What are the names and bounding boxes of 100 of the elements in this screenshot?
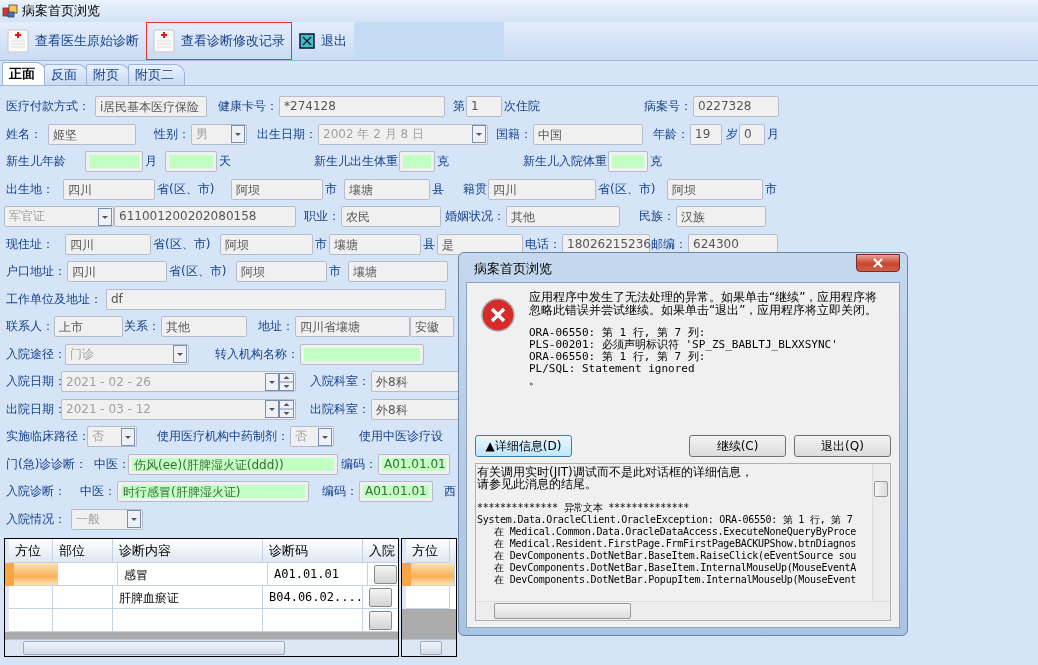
field-label: 关系： <box>123 318 161 336</box>
text-field[interactable]: 其他 <box>161 316 247 338</box>
field-label: 县 <box>422 235 436 253</box>
cell-button[interactable] <box>369 611 392 630</box>
field-label: 医疗付款方式： <box>5 98 91 116</box>
text-field[interactable]: 阿坝 <box>231 178 323 200</box>
medical-document-icon <box>153 29 175 53</box>
field-label: 编码： <box>340 455 378 473</box>
text-field[interactable]: 壤塘 <box>344 178 430 200</box>
row-header[interactable] <box>5 586 9 609</box>
field-label: 入院诊断： <box>5 483 67 501</box>
field-label: 健康卡号： <box>217 98 279 116</box>
stack-trace-line: 在 DevComponents.DotNetBar.BaseItem.InternalMouseUp(MouseEventA <box>493 562 858 574</box>
stack-trace-line: ************** 异常文本 ************** <box>477 502 691 514</box>
text-field[interactable]: 0227328 <box>693 96 779 118</box>
error-detail-line: ORA-06550: 第 1 行, 第 7 列: <box>529 327 707 339</box>
text-field[interactable]: 四川省壤塘 <box>295 316 410 338</box>
text-field[interactable]: 农民 <box>341 206 441 228</box>
text-field[interactable]: 中国 <box>533 123 643 145</box>
text-field[interactable]: 安徽 <box>410 316 454 338</box>
field-label: 中医： <box>79 483 117 501</box>
field-label: 国籍： <box>495 125 533 143</box>
stack-trace-line: 在 Medical.Common.Data.OracleDataAccess.ExecuteNoneQueryByProce <box>493 526 858 538</box>
dialog-button[interactable]: 退出(Q) <box>794 435 891 457</box>
text-field[interactable]: 阿坝 <box>220 233 313 255</box>
toolbar-button[interactable]: 查看诊断修改记录 <box>146 22 292 60</box>
text-field[interactable]: 19 <box>690 123 722 145</box>
tab[interactable]: 附页 <box>86 64 130 85</box>
row-header[interactable] <box>5 563 14 586</box>
toolbar-button[interactable]: 查看医生原始诊断 <box>0 22 146 60</box>
vertical-scrollbar[interactable] <box>872 464 890 601</box>
text-field[interactable]: df <box>106 288 446 310</box>
text-field[interactable] <box>300 343 424 365</box>
error-detail-line: 。 <box>529 375 541 387</box>
horizontal-scrollbar[interactable] <box>5 639 398 656</box>
field-label: 入院情况： <box>5 510 67 528</box>
field-label: 月 <box>144 153 158 171</box>
text-field[interactable] <box>608 151 648 173</box>
text-field[interactable]: 624300 <box>688 233 778 255</box>
field-label: 婚姻状况： <box>444 208 506 226</box>
field-label: 县 <box>431 180 445 198</box>
text-field[interactable]: 时行感冒(肝脾湿火证) <box>117 481 309 503</box>
text-field[interactable]: 四川 <box>63 178 155 200</box>
field-label: 新生儿入院体重 <box>522 153 608 171</box>
stack-trace-line: System.Data.OracleClient.OracleException: ORA-06550: 第 1 行, 第 7 <box>477 514 854 526</box>
text-field[interactable]: 阿坝 <box>667 178 763 200</box>
field-label: 电话： <box>524 235 562 253</box>
text-field[interactable] <box>399 151 435 173</box>
text-field[interactable]: A01.01.01 <box>378 453 450 475</box>
tab[interactable]: 正面 <box>2 62 46 85</box>
toolbar-button[interactable]: 退出 <box>292 22 354 60</box>
field-label: 入院科室： <box>309 373 371 391</box>
horizontal-scrollbar[interactable] <box>476 601 890 620</box>
text-field[interactable]: 壤塘 <box>348 261 448 283</box>
text-field[interactable]: 壤塘 <box>329 233 421 255</box>
field-label: 使用医疗机构中药制剂： <box>156 428 290 446</box>
text-field[interactable]: 1 <box>466 96 502 118</box>
text-field[interactable]: 是 <box>437 233 523 255</box>
text-field[interactable]: 上市 <box>54 316 123 338</box>
field-label: 省(区、市) <box>156 180 216 198</box>
text-field[interactable]: 伤风(ee)(肝脾湿火证(ddd)) <box>128 453 338 475</box>
text-field[interactable]: 外8科 <box>371 371 461 393</box>
text-field[interactable]: 0 <box>739 123 765 145</box>
close-button[interactable] <box>856 254 900 272</box>
row-header[interactable] <box>5 609 9 632</box>
field-label: 户口地址： <box>5 263 67 281</box>
text-field[interactable]: i居民基本医疗保险 <box>95 96 207 118</box>
text-field[interactable] <box>85 151 143 173</box>
text-field[interactable]: 四川 <box>488 178 596 200</box>
cell-button[interactable] <box>374 565 397 584</box>
window-title: 病案首页浏览 <box>22 2 100 20</box>
text-field[interactable]: 阿坝 <box>236 261 327 283</box>
row-header[interactable] <box>402 586 406 609</box>
error-message: 应用程序中发生了无法处理的异常。如果单击“继续”，应用程序将忽略此错误并尝试继续。如果单击“退出”，应用程序将立即关闭。 <box>529 291 879 317</box>
field-label: 第 <box>452 98 466 116</box>
table-cell <box>53 609 113 632</box>
field-label: 籍贯 <box>462 180 488 198</box>
text-field[interactable] <box>165 151 217 173</box>
stack-trace-line: 在 Medical.Resident.FirstPage.FrmFirstPageBACKUPShow.btnDiagnos <box>493 538 858 550</box>
text-field[interactable]: 四川 <box>67 261 167 283</box>
text-field[interactable]: 611001200202080158 <box>114 206 296 228</box>
details-button[interactable]: ▲详细信息(D) <box>475 435 572 457</box>
cell-button[interactable] <box>369 588 392 607</box>
text-field[interactable]: 其他 <box>506 206 620 228</box>
dialog-button[interactable]: 继续(C) <box>689 435 786 457</box>
horizontal-scrollbar[interactable] <box>402 639 456 656</box>
tab[interactable]: 附页二 <box>128 64 185 85</box>
text-field[interactable]: 外8科 <box>371 398 461 420</box>
field-label: 市 <box>314 235 328 253</box>
field-label: 克 <box>649 153 663 171</box>
tab[interactable]: 反面 <box>44 64 88 85</box>
text-field[interactable]: *274128 <box>279 96 445 118</box>
field-label: 岁 <box>725 125 739 143</box>
text-field[interactable]: A01.01.01 <box>359 481 433 503</box>
text-field[interactable]: 汉族 <box>676 206 766 228</box>
error-detail-line: PL/SQL: Statement ignored <box>529 363 696 375</box>
text-field[interactable]: 姬坚 <box>48 123 136 145</box>
text-field[interactable]: 四川 <box>65 233 151 255</box>
row-header[interactable] <box>402 563 411 586</box>
text-field[interactable]: 18026215236 <box>562 233 650 255</box>
